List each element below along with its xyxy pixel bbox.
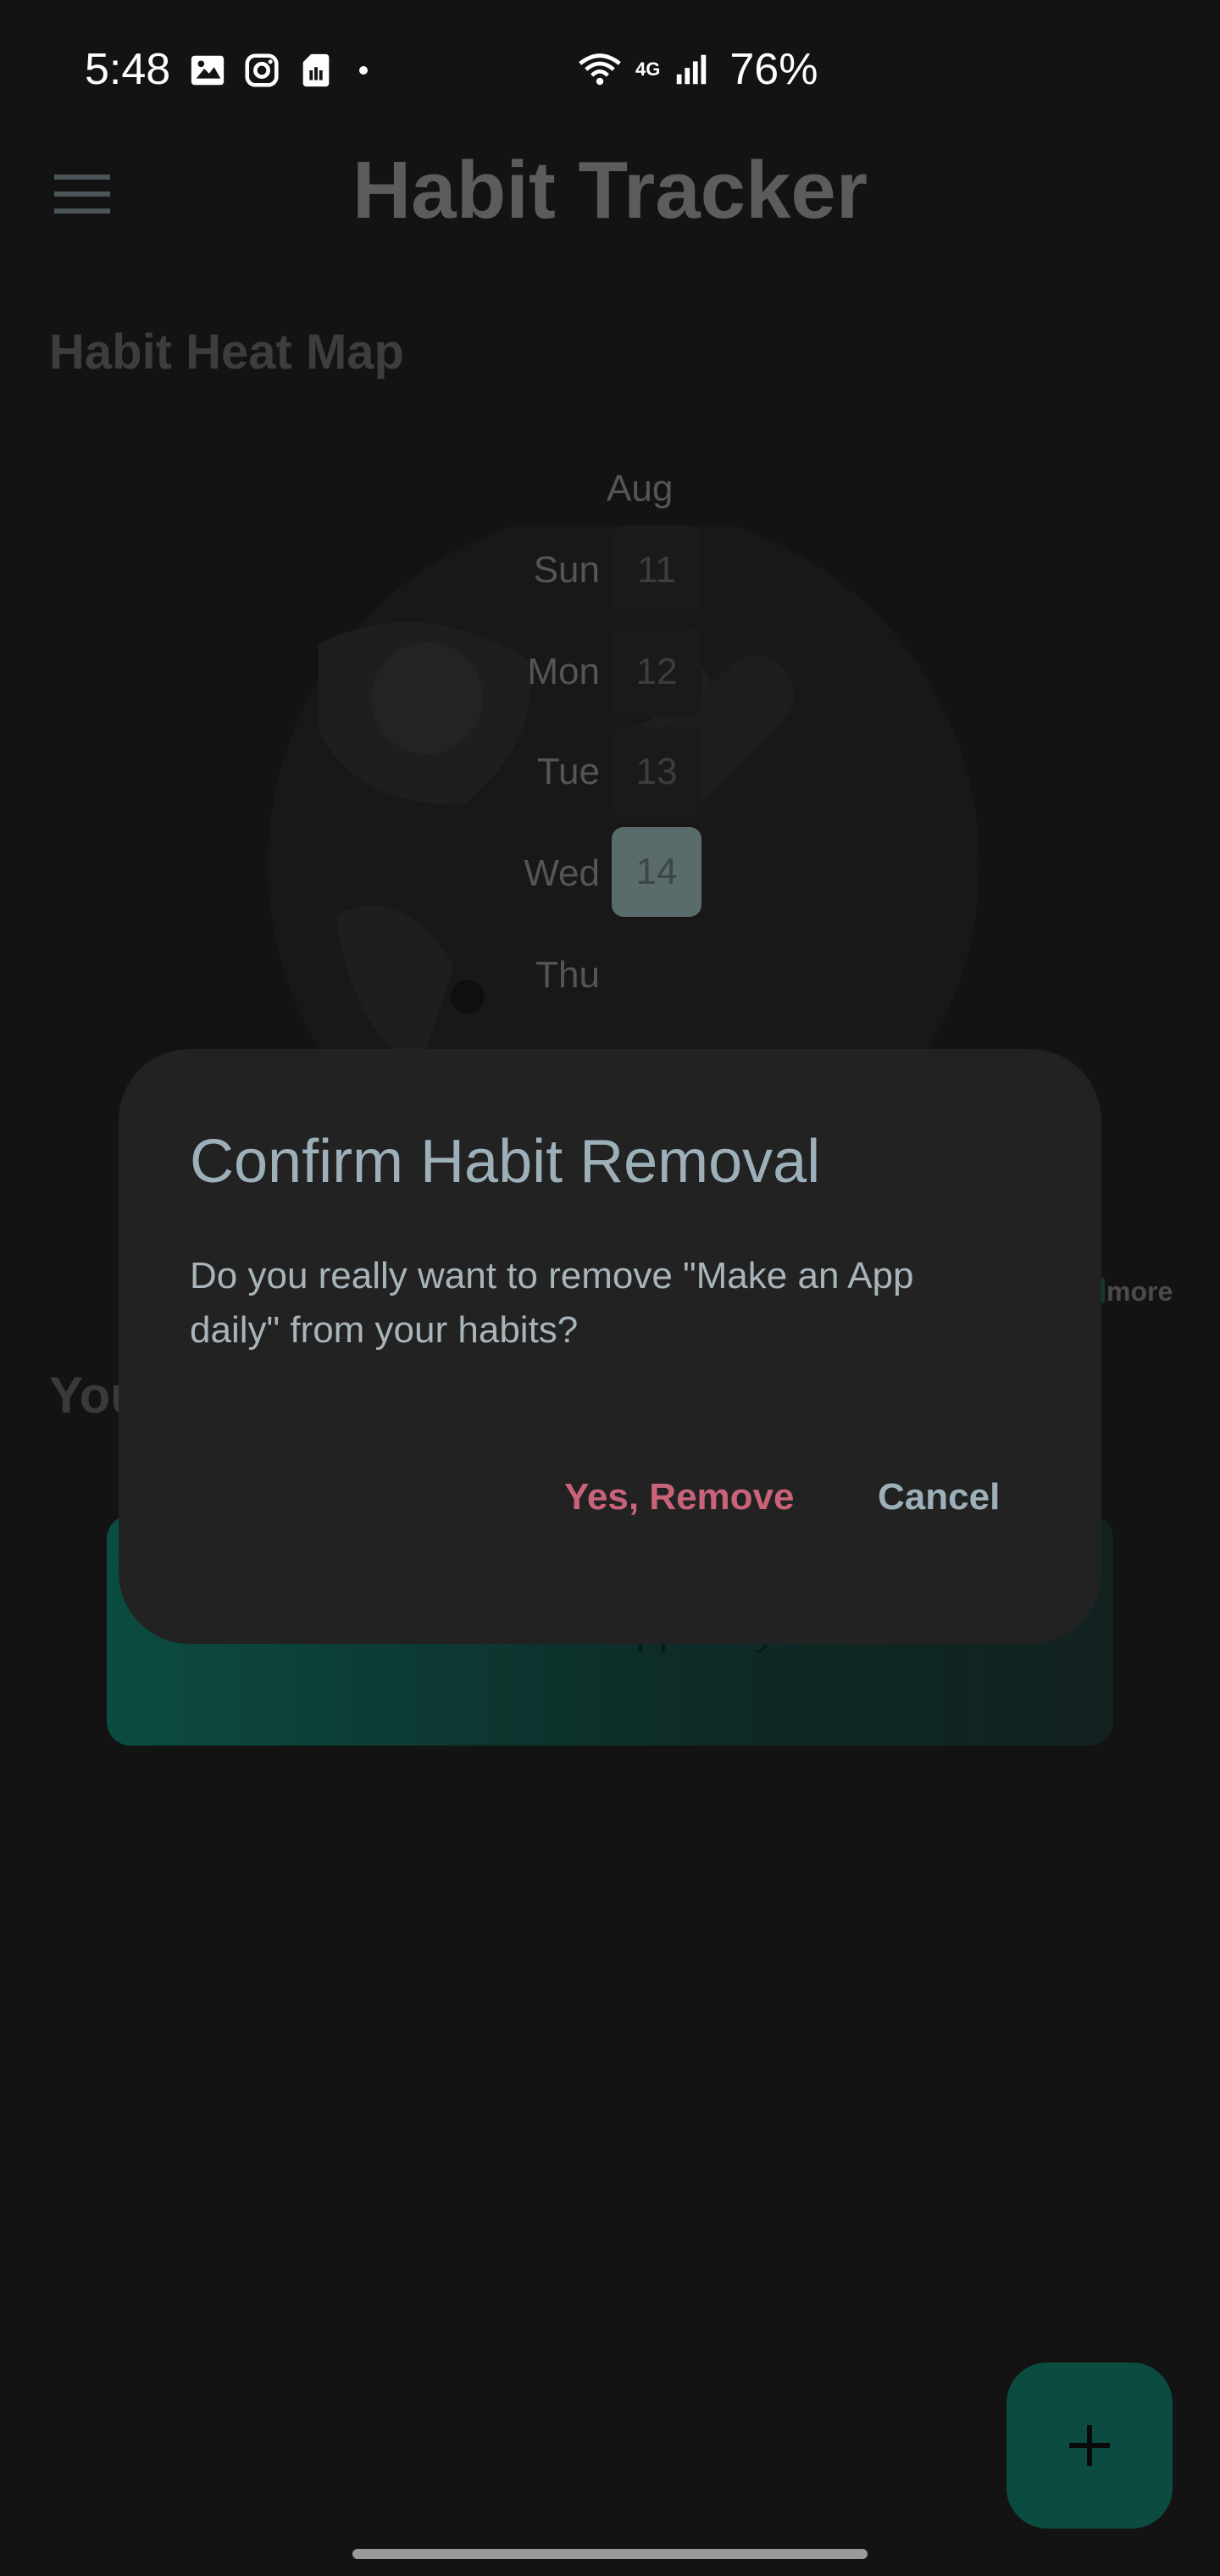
dialog-message: Do you really want to remove "Make an Ap… [190, 1255, 914, 1351]
cancel-button[interactable]: Cancel [878, 1476, 1000, 1518]
system-status-icons: 4G 76% [576, 44, 818, 95]
heatmap-title: Habit Heat Map [49, 325, 404, 380]
gallery-icon [191, 55, 225, 86]
plus-icon [1069, 2425, 1110, 2466]
heatmap-month-label: Aug [607, 468, 674, 509]
day-label: Thu [535, 954, 600, 996]
sim-card-icon [302, 53, 330, 87]
instagram-icon [245, 53, 279, 87]
network-type-label: 4G [635, 58, 661, 80]
add-habit-button[interactable] [1006, 2362, 1173, 2529]
signal-icon [677, 54, 707, 85]
heatmap-cell-today[interactable]: 14 [612, 827, 702, 917]
battery-level: 76% [729, 45, 818, 94]
confirm-removal-dialog: Confirm Habit Removal Do you really want… [119, 1049, 1101, 1644]
heatmap-cell[interactable]: 13 [612, 727, 702, 817]
wifi-icon [579, 53, 621, 86]
status-time: 5:48 [85, 45, 171, 94]
home-indicator[interactable] [352, 2549, 868, 2559]
dialog-title: Confirm Habit Removal [190, 1128, 821, 1196]
page-title: Habit Tracker [352, 145, 868, 236]
day-label: Sun [533, 549, 600, 591]
heatmap-cell[interactable]: 11 [612, 525, 702, 615]
notification-icons [188, 51, 376, 90]
heatmap-cell[interactable]: 12 [612, 627, 702, 717]
status-bar: 5:48 4G 76% [0, 0, 1220, 144]
confirm-remove-button[interactable]: Yes, Remove [564, 1476, 795, 1518]
day-label: Tue [536, 751, 600, 792]
day-label: Mon [527, 651, 600, 692]
dot-icon [359, 66, 368, 75]
day-label: Wed [524, 852, 600, 894]
more-link[interactable]: more [1106, 1276, 1173, 1307]
